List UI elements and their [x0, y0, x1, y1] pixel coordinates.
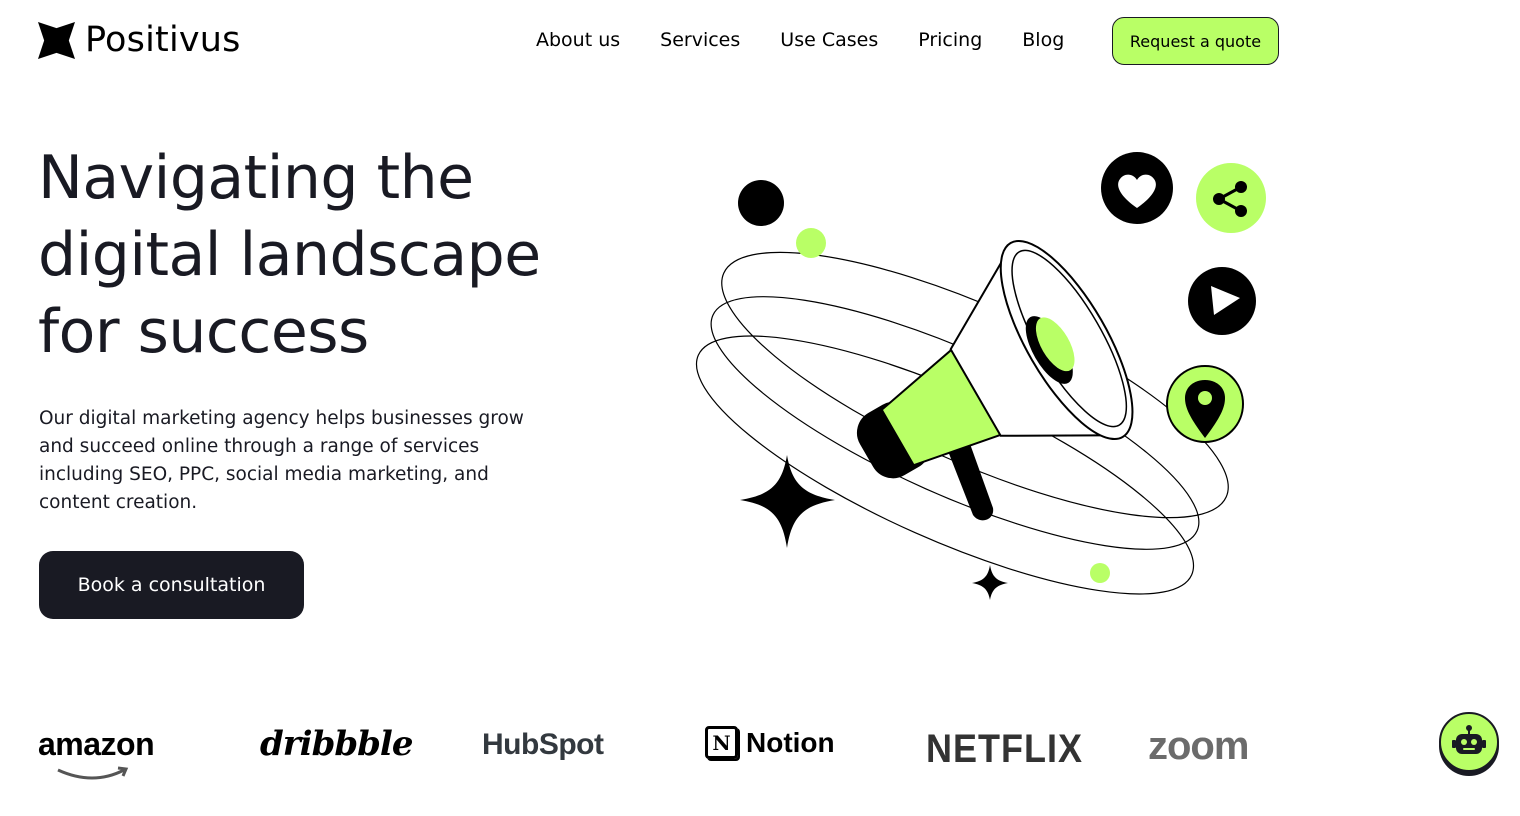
- share-icon: [1196, 163, 1266, 233]
- book-consultation-button[interactable]: Book a consultation: [39, 551, 304, 619]
- play-icon: [1188, 267, 1256, 335]
- logo-dribbble: dribbble: [260, 724, 413, 764]
- chatbot-button[interactable]: [1439, 712, 1499, 772]
- nav-use-cases[interactable]: Use Cases: [780, 28, 878, 52]
- nav-blog[interactable]: Blog: [1022, 28, 1064, 52]
- partner-logos: amazon dribbble HubSpot N Notion NETFLIX…: [0, 710, 1520, 790]
- hero-title: Navigating the digital landscape for suc…: [38, 140, 598, 371]
- hero-description: Our digital marketing agency helps busin…: [39, 408, 524, 513]
- chatbot-icon: [1452, 725, 1486, 754]
- brand-name: Positivus: [85, 20, 241, 60]
- sparkle-icon: [972, 565, 1008, 600]
- heart-icon: [1101, 152, 1173, 224]
- hero-title-line: Navigating the: [38, 143, 474, 213]
- amazon-smile-icon: [57, 766, 129, 780]
- black-dot: [738, 180, 784, 226]
- logo-notion-text: Notion: [746, 726, 835, 758]
- request-quote-button[interactable]: Request a quote: [1112, 17, 1279, 65]
- sparkle-icon: [740, 455, 835, 548]
- logo-amazon: amazon: [38, 726, 155, 780]
- hero-title-line: digital landscape: [38, 220, 541, 290]
- green-dot: [1090, 563, 1110, 583]
- logo-notion: N Notion: [705, 726, 835, 759]
- nav-about-us[interactable]: About us: [536, 28, 620, 52]
- hero-title-line: for success: [38, 297, 369, 367]
- megaphone-illustration: [695, 152, 1266, 600]
- logo-hubspot: HubSpot: [482, 728, 604, 761]
- nav-services[interactable]: Services: [660, 28, 740, 52]
- positivus-logo-icon: [38, 21, 75, 59]
- brand-logo[interactable]: Positivus: [38, 20, 241, 60]
- location-pin-icon: [1166, 365, 1244, 443]
- site-header: Positivus About us Services Use Cases Pr…: [0, 0, 1520, 82]
- main-nav: About us Services Use Cases Pricing Blog: [536, 28, 1104, 52]
- green-dot: [796, 228, 826, 258]
- logo-amazon-text: amazon: [38, 726, 155, 762]
- logo-zoom: zoom: [1148, 724, 1249, 768]
- notion-icon: N: [705, 726, 738, 759]
- nav-pricing[interactable]: Pricing: [918, 28, 982, 52]
- logo-netflix: NETFLIX: [926, 725, 1083, 771]
